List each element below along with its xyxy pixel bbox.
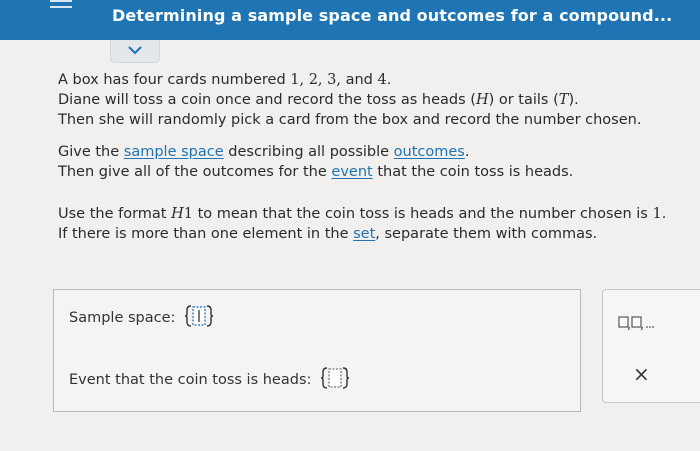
problem-line: Give the sample space describing all pos… [58,142,698,162]
set-list-icon [618,316,654,331]
set-list-button[interactable] [617,310,661,334]
event-row: Event that the coin toss is heads: [69,366,350,394]
tool-panel: × [602,289,700,403]
clear-button[interactable]: × [633,362,650,386]
set-link[interactable]: set [353,226,375,242]
outcomes-link[interactable]: outcomes [394,144,465,160]
text: to mean that the coin toss is heads and … [192,206,653,222]
sample-space-input[interactable] [184,304,214,332]
event-link[interactable]: event [331,164,372,180]
chevron-down-icon [128,46,142,55]
text: , separate them with commas. [375,226,598,242]
sample-space-link[interactable]: sample space [124,144,224,160]
math-variable: T [558,92,569,108]
problem-line: If there is more than one element in the… [58,224,698,244]
problem-line: Use the format H1 to mean that the coin … [58,204,698,224]
math-number: 4 [377,72,387,88]
text: A box has four cards numbered [58,72,291,88]
text: Use the format [58,206,172,222]
text: that the coin toss is heads. [372,164,574,180]
text: Then give all of the outcomes for the [58,164,332,180]
math-variable: H [171,206,184,222]
problem-line: Then give all of the outcomes for the ev… [58,162,698,182]
menu-icon[interactable] [50,0,72,24]
sample-space-label: Sample space: [69,310,176,326]
math-number: 1 [183,206,193,222]
text: ). [568,92,579,108]
sample-space-row: Sample space: [69,304,214,332]
answer-area: Sample space: Event that the coin toss i… [53,289,581,412]
set-brace-input-icon [320,367,350,389]
text: Give the [58,144,124,160]
problem-line: A box has four cards numbered 1, 2, 3, a… [58,70,698,90]
math-number: 1, 2, 3, [290,72,341,88]
math-number: 1 [652,206,662,222]
text: . [464,144,470,160]
event-label: Event that the coin toss is heads: [69,372,312,388]
text: Diane will toss a coin once and record t… [58,92,476,108]
text: ) or tails ( [488,92,559,108]
page-title: Determining a sample space and outcomes … [112,6,673,25]
text: describing all possible [223,144,394,160]
text: . [386,72,392,88]
collapse-button[interactable] [110,40,160,63]
set-brace-input-icon [184,305,214,327]
event-input[interactable] [320,366,350,394]
math-variable: H [475,92,489,108]
problem-line: Then she will randomly pick a card from … [58,112,642,128]
problem-line: Diane will toss a coin once and record t… [58,90,698,110]
header-bar: Determining a sample space and outcomes … [0,0,700,40]
close-icon: × [633,362,650,386]
problem-statement: A box has four cards numbered 1, 2, 3, a… [58,70,698,244]
text: and [341,72,378,88]
text: If there is more than one element in the [58,226,354,242]
text: . [661,206,667,222]
